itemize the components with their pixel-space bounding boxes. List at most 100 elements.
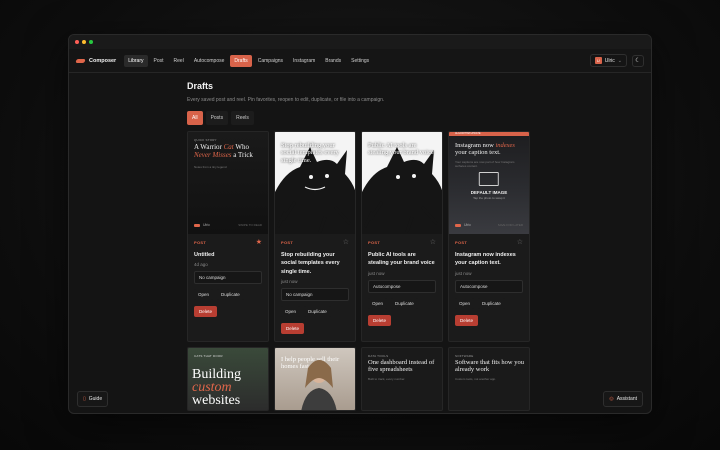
draft-card: Public AI tools are stealing your brand … (361, 131, 443, 342)
duplicate-button[interactable]: Duplicate (217, 289, 244, 301)
card-time: just now (455, 270, 472, 276)
campaign-select[interactable]: No campaign (194, 271, 262, 285)
nav-drafts[interactable]: Drafts (230, 54, 252, 67)
app-window: Composer Library Post Reel Autocompose D… (68, 34, 652, 414)
preview-caption: Your captions are now part of how Instag… (455, 160, 515, 168)
campaign-select[interactable]: Autocompose (455, 279, 523, 293)
maximize-window-dot[interactable] (89, 40, 93, 44)
preview-overlay-text: Public AI tools are stealing your brand … (368, 142, 434, 157)
window-titlebar (69, 35, 651, 49)
card-title: Instagram now indexes your caption text. (455, 252, 516, 267)
preview-kicker: SOFTWARE (455, 353, 474, 358)
card-preview[interactable]: Stop rebuilding your social templates ev… (275, 132, 355, 234)
draft-card[interactable]: CATS THAT DOOR Building custom websites (187, 346, 269, 411)
draft-card: ALGORITHM UPDATE Instagram now indexes y… (448, 131, 530, 342)
duplicate-button[interactable]: Duplicate (391, 297, 418, 309)
guide-button[interactable]: ▯ Guide (77, 391, 109, 407)
user-menu[interactable]: U Ulric ⌄ (589, 54, 627, 67)
filter-tabs: All Posts Reels (187, 111, 527, 125)
default-image-placeholder: DEFAULT IMAGE Tap the photo to swap it (471, 172, 507, 200)
delete-button[interactable]: Delete (455, 314, 479, 326)
post-tag: POST (368, 240, 381, 245)
nav-post[interactable]: Post (150, 55, 168, 67)
open-button[interactable]: Open (455, 297, 475, 309)
draft-card[interactable]: I help people sell their homes fast (274, 346, 356, 411)
duplicate-button[interactable]: Duplicate (478, 297, 505, 309)
nav-instagram[interactable]: Instagram (289, 55, 319, 67)
preview-headline: One dashboard instead of five spreadshee… (368, 358, 435, 374)
open-button[interactable]: Open (194, 289, 214, 301)
moon-icon: ☾ (635, 58, 641, 64)
theme-toggle[interactable]: ☾ (632, 54, 644, 67)
open-button[interactable]: Open (368, 297, 388, 309)
brand-logo-icon (75, 58, 86, 63)
star-icon[interactable]: ☆ (343, 239, 349, 246)
image-icon (478, 172, 499, 186)
drafts-content: Drafts Every saved post and reel. Pin fa… (187, 81, 530, 411)
card-time: just now (281, 278, 298, 284)
preview-footer-right: SAVE FOR LATER (497, 223, 523, 227)
page-subtitle: Every saved post and reel. Pin favorites… (187, 97, 385, 103)
brand-logo-icon (455, 223, 461, 227)
brand-name: Composer (89, 57, 117, 64)
card-preview[interactable]: QUICK STORY A Warrior Cat Who Never Miss… (188, 132, 268, 234)
delete-button[interactable]: Delete (194, 306, 218, 318)
nav-reel[interactable]: Reel (170, 55, 188, 67)
delete-button[interactable]: Delete (281, 322, 305, 334)
filter-reels[interactable]: Reels (231, 111, 254, 125)
preview-kicker: QUICK STORY (194, 138, 217, 142)
user-name: Ulric (604, 57, 615, 64)
preview-overlay-text: Stop rebuilding your social templates ev… (281, 142, 339, 164)
nav-brands[interactable]: Brands (321, 55, 345, 67)
duplicate-button[interactable]: Duplicate (304, 305, 331, 317)
campaign-select[interactable]: Autocompose (368, 279, 436, 293)
drafts-grid: QUICK STORY A Warrior Cat Who Never Miss… (187, 131, 530, 411)
campaign-select[interactable]: No campaign (281, 287, 349, 301)
preview-footer: Ulric (194, 223, 210, 227)
card-title: Untitled (194, 252, 215, 258)
draft-card[interactable]: SOFTWARE Software that fits how you alre… (448, 346, 530, 411)
portrait-illustration (301, 359, 337, 410)
filter-all[interactable]: All (187, 111, 203, 125)
preview-headline: A Warrior Cat Who Never Misses a Trick (194, 143, 253, 160)
preview-headline: Instagram now indexes your caption text. (455, 142, 515, 157)
card-preview[interactable]: Public AI tools are stealing your brand … (362, 132, 442, 234)
card-title: Public AI tools are stealing your brand … (368, 252, 435, 267)
card-title: Stop rebuilding your social templates ev… (281, 252, 340, 275)
assistant-button[interactable]: ◎ Assistant (603, 391, 643, 407)
chevron-down-icon: ⌄ (617, 57, 622, 64)
minimize-window-dot[interactable] (82, 40, 86, 44)
post-tag: POST (455, 240, 468, 245)
star-icon[interactable]: ☆ (430, 239, 436, 246)
close-window-dot[interactable] (75, 40, 79, 44)
preview-footer: Ulric (455, 223, 471, 227)
post-tag: POST (194, 240, 207, 245)
preview-top-bar: ALGORITHM UPDATE (449, 132, 529, 136)
preview-headline: Building custom websites (192, 366, 242, 409)
star-icon[interactable]: ★ (256, 239, 262, 246)
card-time: 4d ago (194, 262, 208, 268)
star-icon[interactable]: ☆ (517, 239, 523, 246)
top-nav: Composer Library Post Reel Autocompose D… (69, 49, 651, 73)
nav-campaigns[interactable]: Campaigns (254, 55, 287, 67)
preview-headline: Software that fits how you already work (455, 358, 524, 374)
post-tag: POST (281, 240, 294, 245)
delete-button[interactable]: Delete (368, 314, 392, 326)
draft-card[interactable]: DATA TOOLS One dashboard instead of five… (361, 346, 443, 411)
preview-kicker: CATS THAT DOOR (194, 353, 223, 358)
open-button[interactable]: Open (281, 305, 301, 317)
draft-card: Stop rebuilding your social templates ev… (274, 131, 356, 342)
nav-library[interactable]: Library (124, 54, 148, 67)
nav-autocompose[interactable]: Autocompose (190, 55, 229, 67)
brand-logo-icon (194, 223, 200, 227)
draft-card: QUICK STORY A Warrior Cat Who Never Miss… (187, 131, 269, 342)
book-icon: ▯ (83, 396, 86, 402)
filter-posts[interactable]: Posts (205, 111, 229, 125)
preview-kicker: DATA TOOLS (368, 353, 389, 358)
preview-caption: Notes from a tiny legend (194, 165, 227, 169)
avatar: U (594, 57, 602, 64)
brand[interactable]: Composer (75, 57, 117, 64)
card-preview[interactable]: ALGORITHM UPDATE Instagram now indexes y… (449, 132, 529, 234)
nav-settings[interactable]: Settings (347, 55, 373, 67)
preview-footer-right: SWIPE TO READ (238, 223, 262, 227)
